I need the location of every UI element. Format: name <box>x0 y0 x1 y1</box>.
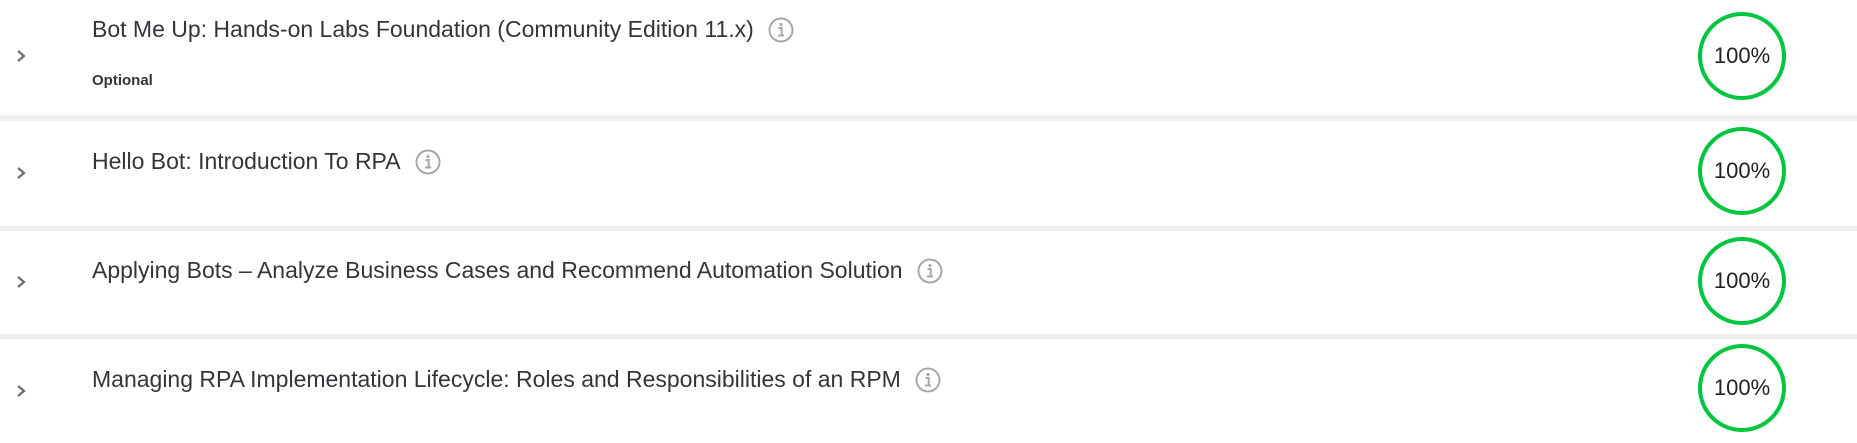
info-icon[interactable] <box>768 17 794 43</box>
progress-circle: 100% <box>1698 127 1786 215</box>
info-icon[interactable] <box>917 258 943 284</box>
course-title[interactable]: Hello Bot: Introduction To RPA <box>92 148 401 175</box>
course-row[interactable]: Hello Bot: Introduction To RPA 100% <box>0 121 1857 226</box>
optional-tag: Optional <box>92 72 153 89</box>
progress-circle: 100% <box>1698 237 1786 325</box>
chevron-right-icon[interactable] <box>14 384 28 398</box>
course-row[interactable]: Applying Bots – Analyze Business Cases a… <box>0 231 1857 334</box>
course-title-wrap: Hello Bot: Introduction To RPA <box>92 148 441 175</box>
course-title[interactable]: Managing RPA Implementation Lifecycle: R… <box>92 366 901 393</box>
course-title-wrap: Managing RPA Implementation Lifecycle: R… <box>92 366 941 393</box>
progress-circle: 100% <box>1698 12 1786 100</box>
course-title-wrap: Applying Bots – Analyze Business Cases a… <box>92 257 943 284</box>
course-row[interactable]: Managing RPA Implementation Lifecycle: R… <box>0 339 1857 443</box>
info-icon[interactable] <box>915 367 941 393</box>
progress-circle: 100% <box>1698 344 1786 432</box>
course-title-wrap: Bot Me Up: Hands-on Labs Foundation (Com… <box>92 16 794 43</box>
course-title[interactable]: Bot Me Up: Hands-on Labs Foundation (Com… <box>92 16 754 43</box>
chevron-right-icon[interactable] <box>14 49 28 63</box>
course-row[interactable]: Bot Me Up: Hands-on Labs Foundation (Com… <box>0 0 1857 115</box>
chevron-right-icon[interactable] <box>14 275 28 289</box>
info-icon[interactable] <box>415 149 441 175</box>
course-title[interactable]: Applying Bots – Analyze Business Cases a… <box>92 257 903 284</box>
chevron-right-icon[interactable] <box>14 166 28 180</box>
